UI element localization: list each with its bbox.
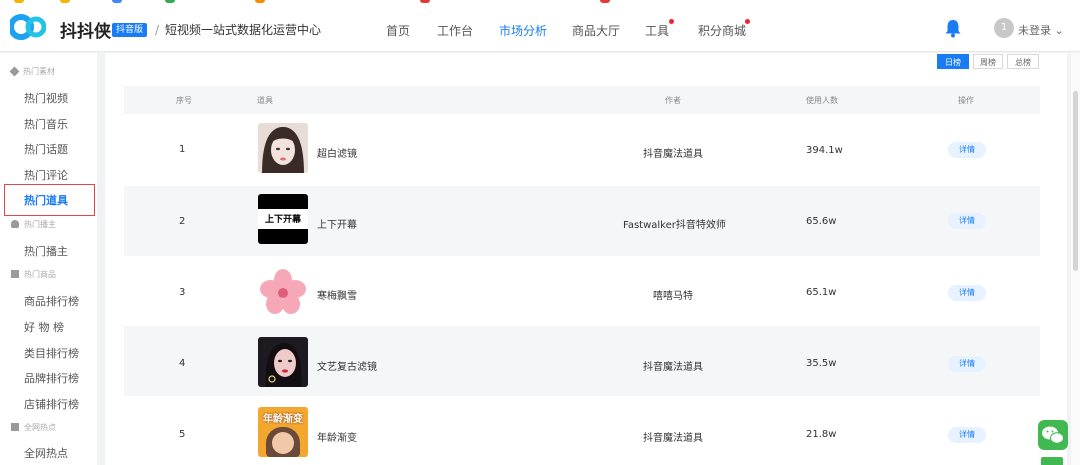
wechat-icon[interactable] (1038, 420, 1068, 450)
sidebar-group-trending: 全网热点 (11, 422, 56, 433)
prop-name[interactable]: 文艺复古滤镜 (317, 358, 377, 373)
brand-name[interactable]: 抖抖侠 (60, 17, 111, 42)
row-index: 4 (179, 358, 186, 369)
header-users: 使用人数 (806, 96, 838, 105)
prop-thumbnail[interactable]: 上下开幕 (258, 194, 308, 244)
prop-users: 21.8w (806, 429, 837, 440)
sidebar-item-hot-props[interactable]: 热门道具 (24, 192, 68, 208)
mall-new-dot (745, 19, 750, 24)
breadcrumb: / 短视频一站式数据化运营中心 (155, 21, 321, 38)
prop-name[interactable]: 超白滤镜 (317, 145, 357, 160)
detail-button[interactable]: 详情 (948, 427, 986, 443)
tab-weekly[interactable]: 周榜 (973, 54, 1003, 69)
sidebar: 热门素材 热门视频 热门音乐 热门话题 热门评论 热门道具 热门播主 热门播主 … (0, 53, 97, 465)
sidebar-item-brand-ranking[interactable]: 品牌排行榜 (24, 370, 79, 386)
detail-button[interactable]: 详情 (948, 285, 986, 301)
sidebar-group-hot-materials: 热门素材 (9, 66, 55, 77)
version-badge: 抖音版 (112, 23, 148, 37)
login-dropdown[interactable]: 未登录 ⌄ (1018, 22, 1064, 38)
nav-product-hall[interactable]: 商品大厅 (572, 22, 620, 39)
qrcode-icon[interactable] (1041, 457, 1063, 465)
top-navbar: 抖抖侠 抖音版 / 短视频一站式数据化运营中心 首页 工作台 市场分析 商品大厅 … (0, 4, 1080, 52)
detail-button[interactable]: 详情 (948, 213, 986, 229)
detail-button[interactable]: 详情 (948, 356, 986, 372)
row-index: 2 (179, 216, 186, 227)
row-index: 1 (179, 144, 186, 155)
sidebar-item-hot-comments[interactable]: 热门评论 (24, 167, 68, 183)
sidebar-item-good-items[interactable]: 好 物 榜 (24, 319, 64, 335)
sidebar-item-hot-music[interactable]: 热门音乐 (24, 116, 68, 132)
hotspot-icon (11, 423, 19, 431)
person-icon (11, 220, 19, 228)
scrollbar-thumb[interactable] (1073, 91, 1078, 271)
prop-thumbnail[interactable]: 年龄渐变 (258, 407, 308, 457)
thumbnail-caption: 上下开幕 (264, 215, 301, 225)
detail-button[interactable]: 详情 (948, 142, 986, 158)
breadcrumb-separator: / (155, 23, 160, 37)
prop-author: Fastwalker抖音特效师 (623, 220, 726, 231)
prop-author: 抖音魔法道具 (643, 362, 703, 373)
header-prop: 道具 (257, 96, 273, 105)
prop-users: 35.5w (806, 358, 837, 369)
login-label: 未登录 (1018, 24, 1051, 37)
goods-icon (11, 270, 19, 278)
sidebar-item-category-ranking[interactable]: 类目排行榜 (24, 345, 79, 361)
prop-name[interactable]: 寒梅飘雪 (317, 287, 357, 302)
sidebar-group-hot-products: 热门商品 (11, 269, 56, 280)
breadcrumb-label: 短视频一站式数据化运营中心 (165, 23, 322, 37)
diamond-icon (9, 66, 20, 77)
sidebar-item-hot-creators[interactable]: 热门播主 (24, 243, 68, 259)
sidebar-item-hot-videos[interactable]: 热门视频 (24, 90, 68, 106)
prop-author: 嘻嘻马特 (653, 291, 693, 302)
nav-workbench[interactable]: 工作台 (437, 22, 473, 39)
tab-daily[interactable]: 日榜 (937, 54, 969, 69)
sidebar-group-hot-creators: 热门播主 (11, 219, 56, 230)
scrollbar[interactable] (1071, 53, 1080, 465)
prop-thumbnail[interactable] (258, 123, 308, 173)
prop-name[interactable]: 年龄渐变 (317, 429, 357, 444)
prop-name[interactable]: 上下开幕 (317, 216, 357, 231)
bell-icon[interactable] (944, 18, 962, 38)
doudouxia-logo-icon[interactable] (10, 13, 46, 41)
row-index: 5 (179, 429, 186, 440)
prop-author: 抖音魔法道具 (643, 433, 703, 444)
sidebar-item-hot-topics[interactable]: 热门话题 (24, 141, 68, 157)
header-author: 作者 (665, 96, 681, 105)
thumbnail-caption: 年龄渐变 (263, 414, 303, 425)
sidebar-item-store-ranking[interactable]: 店铺排行榜 (24, 396, 79, 412)
header-index: 序号 (176, 96, 192, 105)
nav-market-analysis[interactable]: 市场分析 (499, 22, 547, 39)
avatar[interactable]: 1 (994, 18, 1014, 38)
prop-thumbnail[interactable] (258, 267, 308, 317)
header-action: 操作 (958, 96, 974, 105)
prop-users: 394.1w (806, 145, 843, 156)
chevron-down-icon: ⌄ (1054, 24, 1064, 37)
prop-author: 抖音魔法道具 (643, 149, 703, 160)
sidebar-item-trending[interactable]: 全网热点 (24, 445, 68, 461)
row-index: 3 (179, 287, 186, 298)
prop-thumbnail[interactable] (258, 337, 308, 387)
nav-tools[interactable]: 工具 (645, 22, 669, 39)
prop-users: 65.1w (806, 287, 837, 298)
tab-total[interactable]: 总榜 (1007, 54, 1039, 69)
thumbnail-face (272, 432, 294, 454)
nav-points-mall[interactable]: 积分商城 (698, 22, 746, 39)
nav-home[interactable]: 首页 (386, 22, 410, 39)
sidebar-item-product-ranking[interactable]: 商品排行榜 (24, 293, 79, 309)
tools-new-dot (669, 19, 674, 24)
prop-users: 65.6w (806, 216, 837, 227)
